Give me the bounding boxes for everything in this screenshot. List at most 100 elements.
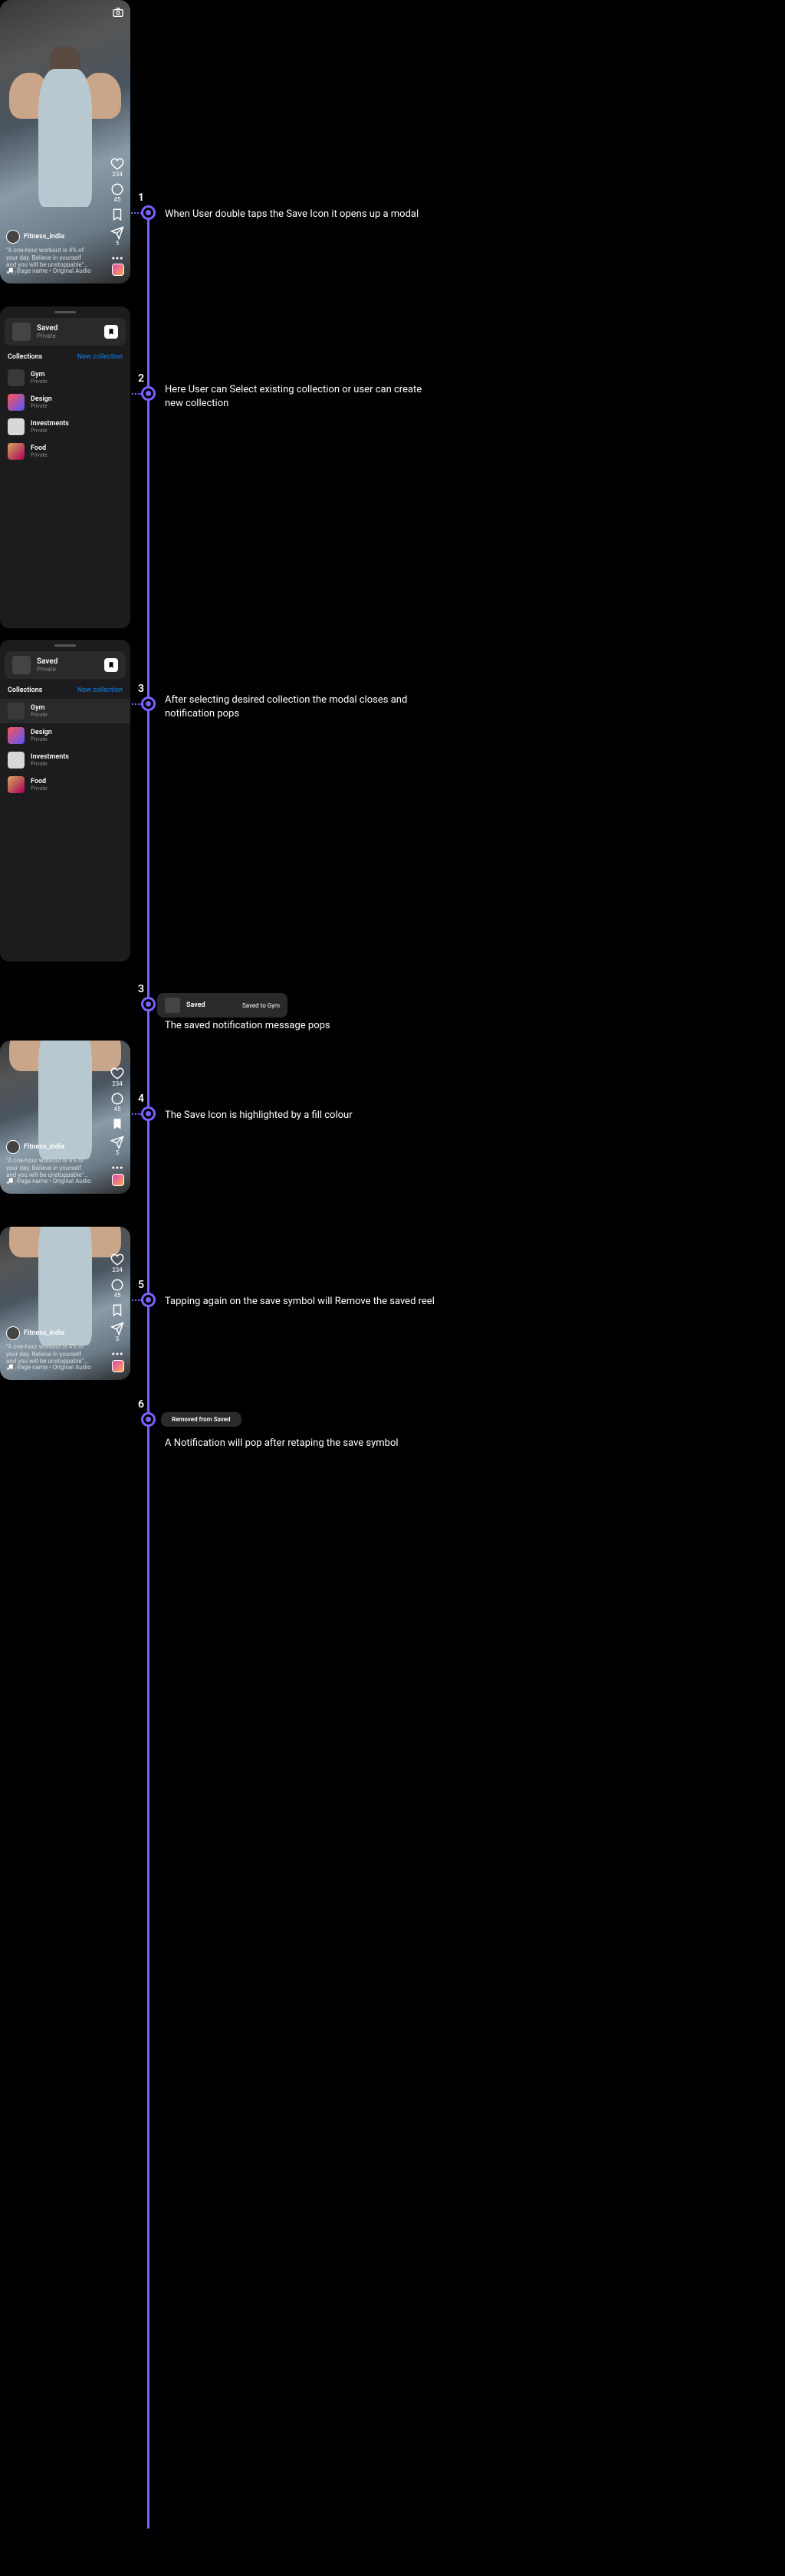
profile-row[interactable]: Fitness_india — [6, 1326, 64, 1340]
removed-toast[interactable]: Removed from Saved — [161, 1412, 241, 1427]
like-count: 234 — [110, 171, 124, 178]
step-caption-1: When User double taps the Save Icon it o… — [165, 208, 419, 221]
like-button[interactable]: 234 — [110, 1067, 124, 1087]
like-button[interactable]: 234 — [110, 1253, 124, 1273]
music-icon — [6, 1177, 14, 1185]
share-count: 5 — [110, 1336, 124, 1342]
profile-row[interactable]: Fitness_india — [6, 1140, 64, 1154]
step-caption-5: Tapping again on the save symbol will Re… — [165, 1295, 435, 1309]
save-button[interactable] — [110, 208, 124, 221]
comment-button[interactable]: 45 — [110, 1278, 124, 1299]
step-number-2: 2 — [138, 372, 144, 385]
comment-count: 45 — [110, 196, 124, 203]
step-caption-2: Here User can Select existing collection… — [165, 383, 441, 411]
comment-button[interactable]: 45 — [110, 182, 124, 203]
collection-thumb — [8, 727, 25, 744]
collection-item-design[interactable]: DesignPrivate — [0, 723, 130, 748]
share-button[interactable]: 5 — [110, 1136, 124, 1156]
audio-thumb[interactable] — [112, 1174, 124, 1186]
timeline-node-1 — [141, 205, 156, 220]
collection-thumb — [8, 418, 25, 435]
username: Fitness_india — [24, 1143, 64, 1151]
collection-name: Design — [31, 729, 52, 736]
timeline-node-2 — [141, 386, 156, 401]
collection-item-investments[interactable]: InvestmentsPrivate — [0, 748, 130, 772]
new-collection-link[interactable]: New collection — [77, 687, 123, 694]
timeline-node-3b — [141, 997, 156, 1011]
avatar — [6, 1140, 20, 1154]
audio-row[interactable]: Page name • Original Audio — [6, 1363, 91, 1371]
toast-text: Removed from Saved — [172, 1416, 231, 1423]
more-button[interactable] — [110, 1347, 124, 1361]
like-button[interactable]: 234 — [110, 157, 124, 178]
collection-sub: Private — [31, 712, 48, 718]
save-modal-1: Saved Private Collections New collection… — [0, 306, 130, 628]
collection-name: Investments — [31, 420, 69, 428]
collection-item-design[interactable]: DesignPrivate — [0, 390, 130, 415]
audio-row[interactable]: Page name • Original Audio — [6, 1177, 91, 1185]
saved-header[interactable]: Saved Private — [5, 318, 126, 346]
collection-item-food[interactable]: FoodPrivate — [0, 439, 130, 464]
timeline-line — [147, 207, 149, 2528]
collection-thumb — [8, 369, 25, 386]
phone-screen-4: 234 45 5 Fitness_india "A one-hour worko… — [0, 1041, 130, 1194]
share-count: 5 — [110, 240, 124, 247]
timeline-node-4 — [141, 1106, 156, 1121]
step-number-4: 4 — [138, 1093, 144, 1105]
saved-subtitle: Private — [37, 333, 57, 339]
phone-screen-1: 234 45 5 Fitness_india "A one-hour worko… — [0, 0, 130, 283]
toast-action: Saved to Gym — [242, 1002, 280, 1009]
share-button[interactable]: 5 — [110, 1322, 124, 1342]
modal-handle[interactable] — [54, 644, 76, 647]
comment-count: 45 — [110, 1292, 124, 1299]
audio-thumb[interactable] — [112, 1360, 124, 1372]
music-icon — [6, 267, 14, 274]
save-modal-2: Saved Private Collections New collection… — [0, 640, 130, 962]
saved-thumb — [12, 323, 31, 341]
phone-screen-5: 234 45 5 Fitness_india "A one-hour worko… — [0, 1227, 130, 1380]
save-button-filled[interactable] — [110, 1117, 124, 1131]
like-count: 234 — [110, 1267, 124, 1273]
collection-thumb — [8, 752, 25, 769]
saved-thumb — [12, 656, 31, 674]
profile-row[interactable]: Fitness_india — [6, 230, 64, 244]
collection-name: Gym — [31, 371, 48, 379]
step-number-3b: 3 — [138, 983, 144, 995]
modal-handle[interactable] — [54, 311, 76, 313]
audio-row[interactable]: Page name • Original Audio — [6, 267, 91, 274]
avatar — [6, 1326, 20, 1340]
audio-label: Page name • Original Audio — [17, 1178, 91, 1185]
collection-thumb — [8, 443, 25, 460]
collection-item-gym[interactable]: GymPrivate — [0, 365, 130, 390]
timeline-node-6 — [141, 1412, 156, 1427]
step-number-1: 1 — [138, 192, 144, 204]
camera-icon[interactable] — [112, 6, 124, 18]
comment-button[interactable]: 45 — [110, 1092, 124, 1113]
collection-item-investments[interactable]: InvestmentsPrivate — [0, 415, 130, 439]
timeline-node-5 — [141, 1293, 156, 1307]
share-button[interactable]: 5 — [110, 226, 124, 247]
like-count: 234 — [110, 1080, 124, 1087]
audio-label: Page name • Original Audio — [17, 1364, 91, 1371]
collection-item-food[interactable]: FoodPrivate — [0, 772, 130, 797]
new-collection-link[interactable]: New collection — [77, 353, 123, 361]
collection-item-gym-selected[interactable]: GymPrivate — [0, 699, 130, 723]
saved-toast[interactable]: Saved Saved to Gym — [157, 993, 287, 1018]
step-number-6: 6 — [138, 1398, 144, 1411]
step-number-3: 3 — [138, 683, 144, 695]
avatar — [6, 230, 20, 244]
audio-thumb[interactable] — [112, 264, 124, 276]
save-button-outline[interactable] — [110, 1303, 124, 1317]
collection-thumb — [8, 394, 25, 411]
saved-header[interactable]: Saved Private — [5, 651, 126, 679]
step-number-5: 5 — [138, 1279, 144, 1291]
timeline-node-3 — [141, 696, 156, 711]
step-caption-6: A Notification will pop after retaping t… — [165, 1437, 399, 1450]
step-caption-4: The Save Icon is highlighted by a fill c… — [165, 1109, 353, 1122]
collection-sub: Private — [31, 403, 52, 409]
collection-sub: Private — [31, 379, 48, 385]
username: Fitness_india — [24, 233, 64, 241]
collection-name: Food — [31, 444, 48, 452]
step-caption-3: After selecting desired collection the m… — [165, 693, 441, 721]
more-button[interactable] — [110, 1161, 124, 1175]
